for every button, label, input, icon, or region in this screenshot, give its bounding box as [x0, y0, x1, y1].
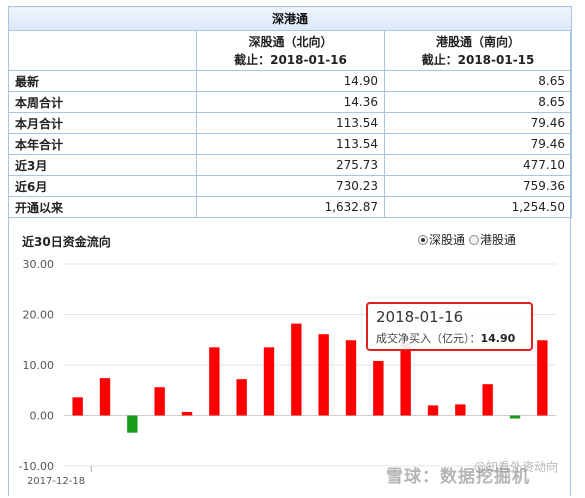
south-value: 8.65	[383, 91, 573, 113]
bar	[154, 387, 165, 416]
bar	[318, 334, 329, 416]
watermark-main: 雪球：数据挖掘机	[386, 467, 530, 487]
north-value: 730.23	[196, 175, 385, 197]
chart-title: 近30日资金流向	[22, 235, 111, 249]
bar	[373, 360, 384, 416]
bar	[209, 347, 220, 416]
column-south: 港股通（南向） 截止：2018-01-15	[383, 30, 573, 71]
column-south-date: 截止：2018-01-15	[421, 52, 535, 67]
north-value: 275.73	[196, 154, 385, 176]
south-value: 759.36	[383, 175, 573, 197]
table-row: 近3月 275.73 477.10	[8, 154, 573, 176]
row-label: 本月合计	[8, 112, 197, 134]
table-row: 本年合计 113.54 79.46	[8, 133, 573, 155]
column-south-name: 港股通（南向）	[436, 34, 521, 49]
row-label: 最新	[8, 70, 197, 92]
bar	[291, 323, 302, 416]
bar	[72, 397, 83, 416]
table-row: 近6月 730.23 759.36	[8, 175, 573, 197]
bar	[482, 384, 493, 416]
x-tick-label: 2017-12-18	[27, 476, 85, 487]
table-row: 本月合计 113.54 79.46	[8, 112, 573, 134]
radio-south-label[interactable]: 港股通	[480, 231, 516, 248]
south-value: 79.46	[383, 133, 573, 155]
column-north: 深股通（北向） 截止：2018-01-16	[196, 30, 385, 71]
north-value: 1,632.87	[196, 196, 385, 218]
radio-north[interactable]: 深股通	[418, 231, 465, 248]
tooltip-line: 成交净买入（亿元）：14.90	[376, 330, 523, 346]
bar	[537, 340, 548, 416]
tooltip-value: 14.90	[480, 332, 516, 345]
tooltip-date: 2018-01-16	[376, 308, 464, 326]
bar	[509, 415, 521, 419]
y-tick-label: 20.00	[23, 309, 55, 322]
north-value: 14.36	[196, 91, 385, 113]
south-value: 477.10	[383, 154, 573, 176]
bar	[345, 340, 357, 416]
row-label: 近6月	[8, 175, 197, 197]
table-row: 本周合计 14.36 8.65	[8, 91, 573, 113]
south-value: 8.65	[383, 70, 573, 92]
column-north-name: 深股通（北向）	[248, 34, 333, 49]
radio-unselected-icon[interactable]	[469, 234, 480, 245]
bar	[427, 405, 439, 416]
tooltip-label: 成交净买入（亿元）：	[376, 332, 481, 345]
row-label: 本年合计	[8, 133, 197, 155]
south-value: 79.46	[383, 112, 573, 134]
row-label: 近3月	[8, 154, 197, 176]
bar	[455, 404, 466, 416]
market-toggle: 深股通 港股通	[418, 231, 516, 248]
north-value: 113.54	[196, 133, 385, 155]
y-tick-label: 30.00	[23, 258, 55, 271]
south-value: 1,254.50	[383, 196, 573, 218]
radio-north-label[interactable]: 深股通	[429, 231, 465, 248]
y-axis-labels: 30.00 20.00 10.00 0.00 -10.00	[19, 258, 54, 473]
radio-south[interactable]: 港股通	[469, 231, 516, 248]
bar	[99, 378, 111, 416]
row-label: 开通以来	[8, 196, 197, 218]
y-tick-label: -10.00	[19, 460, 54, 473]
table-row: 开通以来 1,632.87 1,254.50	[8, 196, 573, 218]
north-value: 14.90	[196, 70, 385, 92]
table-row: 最新 14.90 8.65	[8, 70, 573, 92]
header-empty	[8, 30, 197, 71]
bar	[263, 347, 275, 416]
chart-tooltip: 2018-01-16 成交净买入（亿元）：14.90	[366, 302, 533, 351]
table-title: 深港通	[7, 6, 573, 31]
stats-table: 深港通 深股通（北向） 截止：2018-01-16 港股通（南向） 截止：201…	[7, 6, 573, 218]
column-north-date: 截止：2018-01-16	[234, 52, 347, 67]
radio-selected-icon[interactable]	[418, 234, 428, 245]
y-tick-label: 10.00	[23, 359, 55, 372]
bar	[236, 379, 247, 416]
bar	[400, 342, 411, 416]
chart-grid	[64, 263, 556, 467]
row-label: 本周合计	[8, 91, 197, 113]
north-value: 113.54	[196, 112, 385, 134]
y-tick-label: 0.00	[30, 410, 55, 423]
bar	[127, 415, 138, 433]
bar	[181, 411, 193, 416]
